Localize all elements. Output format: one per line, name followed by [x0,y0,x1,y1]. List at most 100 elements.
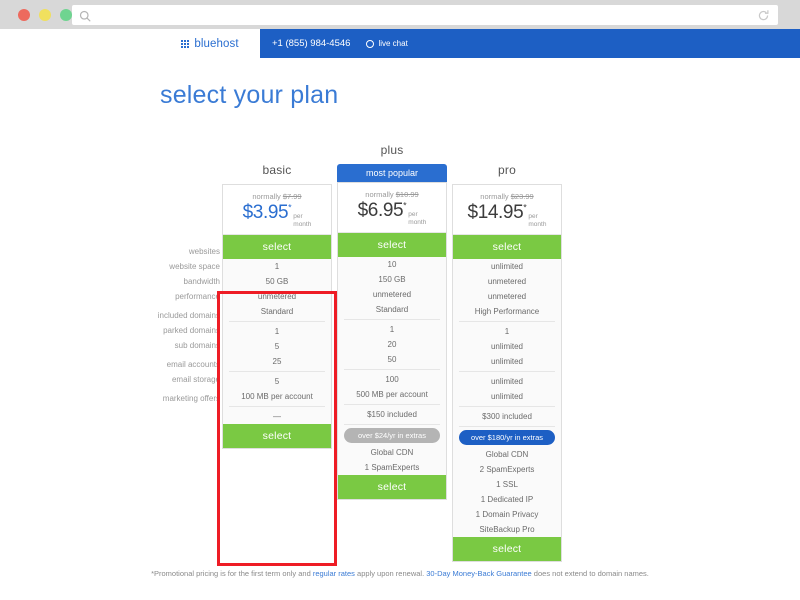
footer-disclaimer: *Promotional pricing is for the first te… [0,569,800,578]
browser-chrome [0,0,800,29]
plan-column-basic: basic normally $7.99 $3.95* per month select 1… [222,163,332,449]
feature-label: websites [188,247,220,256]
feature-label: bandwidth [183,277,220,286]
current-price-row: $6.95* per month [338,200,446,226]
regular-rates-link[interactable]: regular rates [313,569,355,578]
feature-value: unlimited [490,392,523,401]
current-price: $6.95* [357,200,407,221]
select-button-bottom[interactable]: select [453,537,561,561]
plan-column-pro: pro normally $23.99 $14.95* per month select u… [452,163,562,562]
extra-item: 1 Dedicated IP [480,495,534,504]
feature-label-column: websites website space bandwidth performanc… [150,244,220,406]
price-asterisk: * [403,200,407,211]
extra-item: 2 SpamExperts [479,465,535,474]
plan-name: basic [262,163,292,177]
feature-value: 50 GB [265,277,289,286]
normally-price-value: $23.99 [510,192,534,201]
feature-label: parked domains [163,326,220,335]
feature-value: 150 GB [378,275,406,284]
current-price: $3.95* [242,202,292,223]
feature-list: unlimited unmetered unmetered High Performa… [453,259,561,537]
feature-separator [229,371,325,372]
feature-value: Standard [375,305,409,314]
live-chat-link[interactable]: live chat [366,39,408,48]
price-asterisk: * [288,202,292,213]
price-block: normally $23.99 $14.95* per month [453,185,561,235]
extras-badge: over $24/yr in extras [344,428,440,443]
feature-separator [229,321,325,322]
live-chat-label: live chat [378,39,408,48]
current-price: $14.95* [467,202,527,223]
normally-price-value: $10.99 [395,190,419,199]
page-viewport: bluehost +1 (855) 984-4546 live chat sel… [0,29,800,600]
select-button-bottom[interactable]: select [223,424,331,448]
price-block: normally $7.99 $3.95* per month [223,185,331,235]
select-button-top[interactable]: select [453,235,561,259]
footer-text-3: does not extend to domain names. [531,569,649,578]
feature-separator [459,406,555,407]
close-window-button[interactable] [18,8,30,21]
feature-value: unlimited [490,377,523,386]
feature-value: unmetered [487,292,527,301]
feature-separator [344,369,440,370]
feature-value: 50 [387,355,397,364]
per-month-label: per month [528,213,547,228]
select-button-top[interactable]: select [223,235,331,259]
extra-item: 1 Domain Privacy [475,510,539,519]
current-price-row: $3.95* per month [223,202,331,228]
reload-icon[interactable] [757,9,770,22]
price-block: normally $10.99 $6.95* per month [338,183,446,233]
feature-value: 500 MB per account [356,390,428,399]
feature-value: unmetered [257,292,297,301]
feature-separator [344,424,440,425]
feature-label: email storage [171,375,220,384]
feature-value: High Performance [474,307,540,316]
most-popular-badge: most popular [337,164,447,182]
feature-value: 100 [385,375,399,384]
plan-card: normally $23.99 $14.95* per month select unli… [452,184,562,562]
price-asterisk: * [523,202,527,213]
feature-list: 1 50 GB unmetered Standard 1 5 25 5 100 MB per a… [223,259,331,424]
feature-value: 100 MB per account [241,392,313,401]
feature-label: performance [175,292,220,301]
feature-value: unlimited [490,357,523,366]
maximize-window-button[interactable] [60,8,72,21]
feature-value: unlimited [490,342,523,351]
feature-value: 5 [274,377,280,386]
select-button-bottom[interactable]: select [338,475,446,499]
normally-label: normally [480,192,511,201]
plan-name: pro [498,163,516,177]
feature-value: unlimited [490,262,523,271]
minimize-window-button[interactable] [39,8,51,21]
feature-value: $150 included [367,410,417,419]
plan-card: normally $10.99 $6.95* per month select 10 150… [337,182,447,500]
feature-value: 5 [274,342,280,351]
feature-separator [344,404,440,405]
extras-badge: over $180/yr in extras [459,430,555,445]
feature-list: 10 150 GB unmetered Standard 1 20 50 100 500 MB … [338,257,446,475]
phone-number[interactable]: +1 (855) 984-4546 [272,38,350,49]
grid-logo-icon [181,39,190,48]
extra-item: Global CDN [485,450,529,459]
feature-separator [459,426,555,427]
url-input[interactable] [91,9,757,21]
feature-value: 20 [387,340,397,349]
money-back-guarantee-link[interactable]: 30-Day Money-Back Guarantee [426,569,531,578]
select-button-top[interactable]: select [338,233,446,257]
feature-separator [344,319,440,320]
window-controls [18,8,72,21]
bluehost-logo[interactable]: bluehost [160,29,260,58]
footer-text-2: apply upon renewal. [354,569,427,578]
normally-price: normally $23.99 [453,192,561,201]
normally-price: normally $10.99 [338,190,446,199]
address-bar[interactable] [72,5,778,25]
per-month-label: per month [293,213,312,228]
footer-text-1: *Promotional pricing is for the first te… [151,569,313,578]
extra-item: SiteBackup Pro [479,525,535,534]
extra-item: 1 SpamExperts [364,463,420,472]
feature-value: unmetered [372,290,412,299]
feature-value: — [273,412,281,421]
normally-label: normally [365,190,396,199]
feature-value: 1 [389,325,395,334]
normally-price-value: $7.99 [282,192,302,201]
